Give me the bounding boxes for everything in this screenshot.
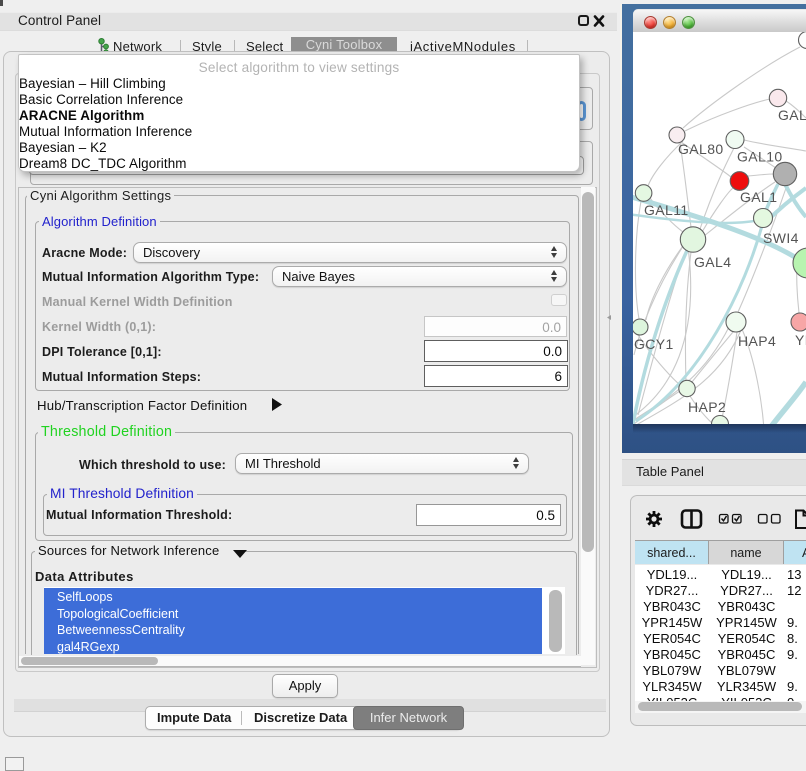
- svg-text:GAL10: GAL10: [737, 149, 783, 165]
- svg-text:GAL4: GAL4: [694, 254, 731, 270]
- svg-text:GAL7: GAL7: [778, 107, 806, 123]
- svg-text:GCY1: GCY1: [634, 336, 674, 352]
- svg-text:HAP2: HAP2: [688, 399, 726, 415]
- svg-text:YM: YM: [795, 332, 806, 348]
- svg-text:HAP4: HAP4: [738, 333, 776, 349]
- svg-text:GAL80: GAL80: [678, 141, 724, 157]
- svg-text:GAL11: GAL11: [644, 202, 689, 218]
- svg-text:GAL1: GAL1: [740, 189, 777, 205]
- svg-text:SWI4: SWI4: [763, 230, 799, 246]
